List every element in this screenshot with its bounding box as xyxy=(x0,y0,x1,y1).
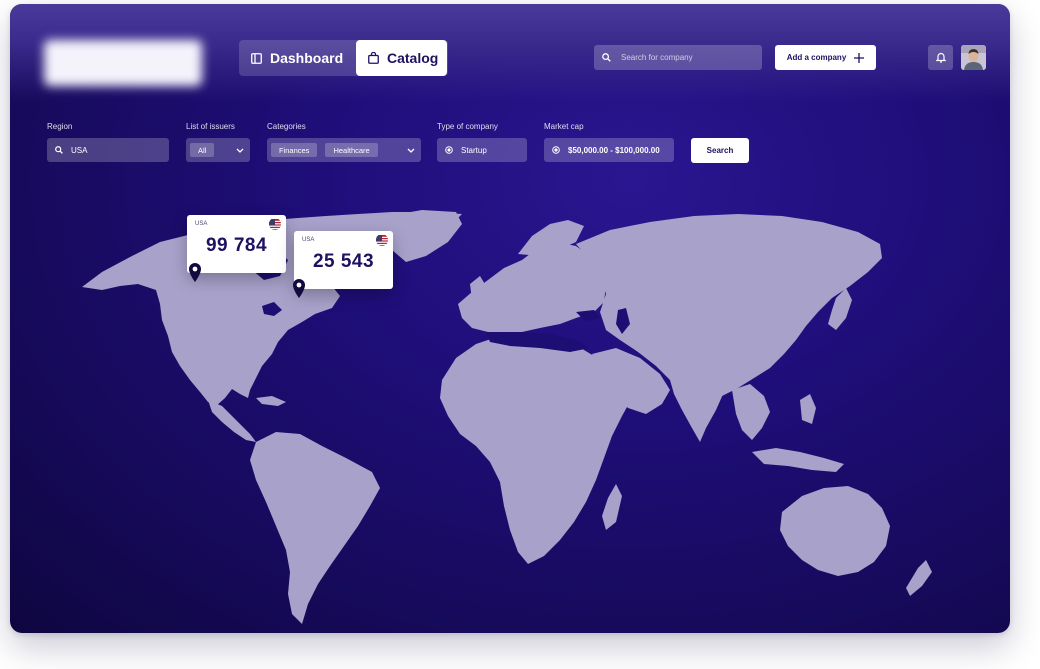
search-input[interactable] xyxy=(619,52,753,63)
chevron-down-icon xyxy=(407,148,415,153)
land-australia xyxy=(780,486,890,576)
category-chip[interactable]: Healthcare xyxy=(325,143,378,157)
radio-dot-icon xyxy=(552,146,560,154)
category-chip[interactable]: Finances xyxy=(271,143,318,157)
map-pin-icon[interactable] xyxy=(292,278,306,300)
bell-icon xyxy=(935,52,946,63)
callout-country: USA xyxy=(195,221,208,227)
region-value: USA xyxy=(71,145,88,155)
issuers-select[interactable]: All xyxy=(186,138,250,162)
company-type-label: Type of company xyxy=(437,122,498,131)
land-greenland xyxy=(382,210,462,262)
app-window: Dashboard Catalog Add a company xyxy=(10,4,1010,633)
issuers-value: All xyxy=(190,143,215,157)
land-new-zealand xyxy=(906,560,932,596)
radio-dot-icon xyxy=(445,146,453,154)
us-flag-icon xyxy=(376,234,388,246)
logo xyxy=(44,40,202,86)
callout-value: 99 784 xyxy=(205,235,268,256)
dashboard-icon xyxy=(251,52,262,64)
search-button[interactable]: Search xyxy=(691,138,749,163)
land-southeast-asia xyxy=(732,384,770,440)
market-cap-value: $50,000.00 - $100,000.00 xyxy=(568,145,660,155)
chevron-down-icon xyxy=(236,148,244,153)
company-type-value: Startup xyxy=(461,145,487,155)
us-flag-icon xyxy=(269,218,281,230)
search-icon xyxy=(55,146,63,154)
land-madagascar xyxy=(602,484,622,530)
land-central-america xyxy=(208,400,256,442)
add-company-label: Add a company xyxy=(786,53,847,62)
land-south-america xyxy=(250,432,380,624)
categories-select[interactable]: Finances Healthcare xyxy=(267,138,421,162)
land-philippines xyxy=(800,394,816,424)
callout-value: 25 543 xyxy=(312,251,375,272)
company-type-field[interactable]: Startup xyxy=(437,138,527,162)
shopping-bag-icon xyxy=(368,52,379,64)
land-indonesia xyxy=(752,448,844,472)
issuers-label: List of issuers xyxy=(186,122,235,131)
land-india xyxy=(670,374,724,442)
add-company-button[interactable]: Add a company xyxy=(775,45,876,70)
callout-country: USA xyxy=(302,237,315,243)
market-cap-field[interactable]: $50,000.00 - $100,000.00 xyxy=(544,138,674,162)
tab-dashboard[interactable]: Dashboard xyxy=(239,40,356,76)
company-search[interactable] xyxy=(594,45,762,70)
tab-catalog-label: Catalog xyxy=(387,50,439,66)
search-icon xyxy=(602,53,611,62)
world-map xyxy=(82,210,932,624)
map-callout[interactable]: USA 25 543 xyxy=(294,231,393,289)
nav-tabs: Dashboard Catalog xyxy=(239,40,448,76)
notifications-button[interactable] xyxy=(928,45,953,70)
plus-icon xyxy=(854,52,865,63)
region-label: Region xyxy=(47,122,73,131)
tab-catalog[interactable]: Catalog xyxy=(356,40,447,76)
region-field[interactable]: USA xyxy=(47,138,169,162)
user-avatar[interactable] xyxy=(961,45,986,70)
market-cap-label: Market cap xyxy=(544,122,584,131)
categories-label: Categories xyxy=(267,122,306,131)
tab-dashboard-label: Dashboard xyxy=(270,50,344,66)
land-caribbean xyxy=(256,396,286,406)
map-pin-icon[interactable] xyxy=(188,262,202,284)
